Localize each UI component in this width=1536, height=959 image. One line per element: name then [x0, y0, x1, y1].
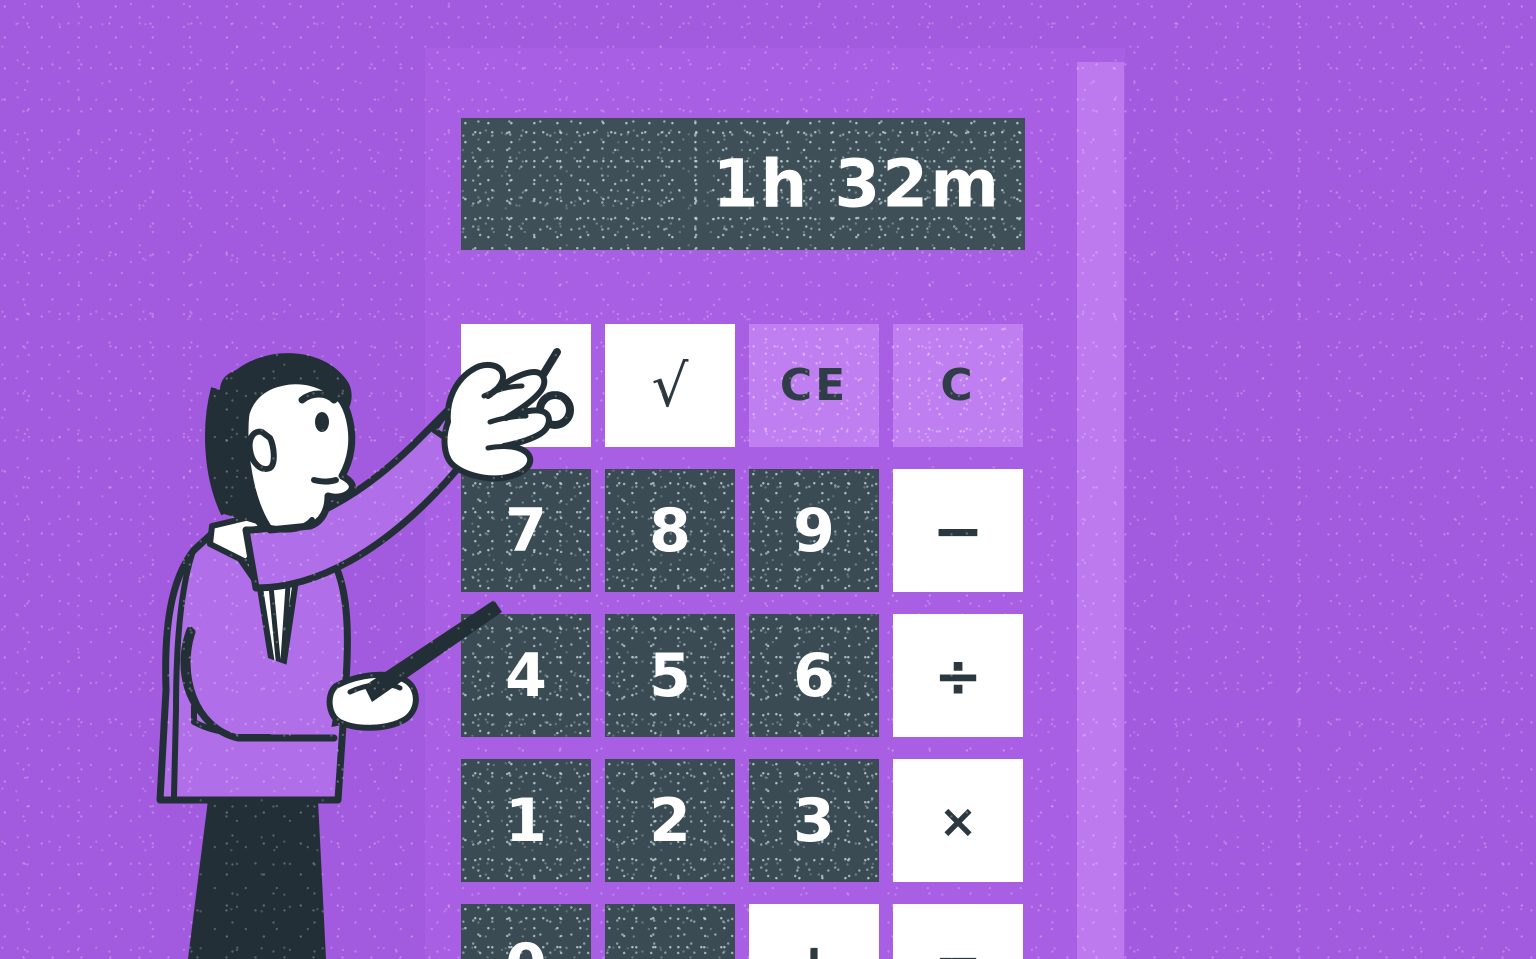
decimal-key-label: .	[659, 936, 682, 959]
digit-3-key[interactable]: 3	[749, 759, 879, 882]
digit-5-key-label: 5	[649, 640, 691, 711]
add-key[interactable]: +	[749, 904, 879, 959]
digit-2-key[interactable]: 2	[605, 759, 735, 882]
businessman-character	[150, 330, 570, 959]
decimal-key[interactable]: .	[605, 904, 735, 959]
digit-6-key-label: 6	[793, 640, 835, 711]
divide-key-label: ÷	[933, 641, 983, 710]
digit-8-key[interactable]: 8	[605, 469, 735, 592]
digit-8-key-label: 8	[649, 495, 691, 566]
digit-6-key[interactable]: 6	[749, 614, 879, 737]
digit-2-key-label: 2	[649, 785, 691, 856]
illustration-scene: 1h 32m %√CEC789−456÷123×0.+=	[0, 0, 1536, 959]
square-root-key-label: √	[651, 351, 689, 420]
square-root-key[interactable]: √	[605, 324, 735, 447]
calculator-display: 1h 32m	[461, 118, 1025, 250]
clear-key-label: C	[940, 359, 976, 411]
character-art	[156, 353, 552, 959]
equals-key[interactable]: =	[893, 904, 1023, 959]
clear-key[interactable]: C	[893, 324, 1023, 447]
digit-3-key-label: 3	[793, 785, 835, 856]
digit-9-key-label: 9	[793, 495, 835, 566]
calculator-side-highlight	[1077, 62, 1124, 959]
subtract-key-label: −	[932, 493, 984, 567]
clear-entry-key[interactable]: CE	[749, 324, 879, 447]
add-key-label: +	[788, 934, 840, 959]
display-value-text: 1h 32m	[712, 145, 1001, 223]
subtract-key[interactable]: −	[893, 469, 1023, 592]
equals-key-label: =	[934, 937, 983, 959]
multiply-key[interactable]: ×	[893, 759, 1023, 882]
multiply-key-label: ×	[938, 793, 978, 848]
divide-key[interactable]: ÷	[893, 614, 1023, 737]
digit-9-key[interactable]: 9	[749, 469, 879, 592]
clear-entry-key-label: CE	[779, 359, 849, 411]
digit-5-key[interactable]: 5	[605, 614, 735, 737]
